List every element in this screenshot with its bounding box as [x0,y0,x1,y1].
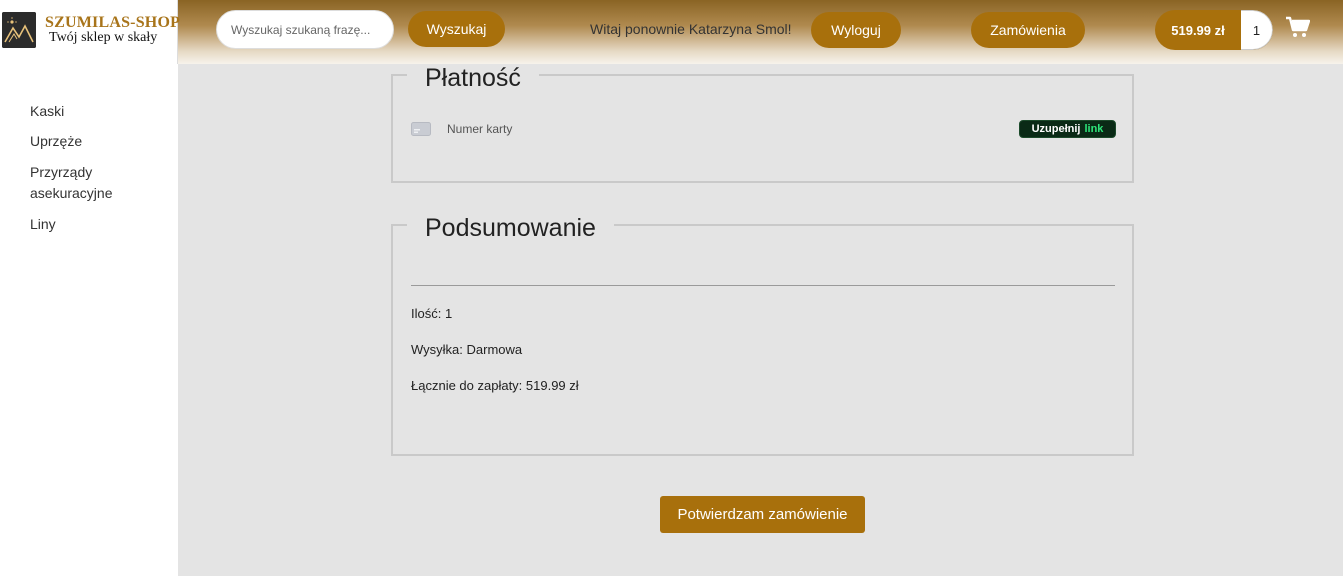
search-input[interactable] [216,10,394,49]
credit-card-icon [411,122,431,136]
summary-divider [411,285,1115,286]
logo-subtitle: Twój sklep w skały [49,30,158,45]
logout-button[interactable]: Wyloguj [811,12,901,48]
sidebar-item-kaski[interactable]: Kaski [30,101,64,122]
link-autofill-label: Uzupełnij [1031,123,1081,135]
summary-legend: Podsumowanie [407,214,614,242]
welcome-message: Witaj ponownie Katarzyna Smol! [590,21,792,37]
confirm-order-button[interactable]: Potwierdzam zamówienie [660,496,865,533]
link-autofill-button[interactable]: Uzupełnij link [1019,120,1116,138]
category-sidebar: Kaski Uprzęże Przyrządy asekuracyjne Lin… [0,64,178,576]
payment-legend: Płatność [407,64,539,92]
summary-quantity: Ilość: 1 [411,306,453,321]
link-brand-label: link [1084,123,1104,135]
top-header: SZUMILAS-SHOP Twój sklep w skały Wyszuka… [0,0,1343,64]
search-button[interactable]: Wyszukaj [408,11,505,47]
cart-total: 519.99 zł [1171,22,1225,38]
sidebar-item-przyrzady[interactable]: Przyrządy asekuracyjne [30,162,140,204]
shopping-cart-icon[interactable] [1286,16,1310,38]
summary-section: Podsumowanie Ilość: 1 Wysyłka: Darmowa Ł… [391,214,1134,456]
card-number-field[interactable]: Numer karty [447,122,512,136]
summary-total: Łącznie do zapłaty: 519.99 zł [411,378,579,393]
cart-summary[interactable]: 519.99 zł 1 [1155,10,1273,50]
summary-shipping: Wysyłka: Darmowa [411,342,523,357]
mountains-logo-icon [2,12,36,48]
logo[interactable]: SZUMILAS-SHOP Twój sklep w skały [0,0,180,64]
orders-button[interactable]: Zamówienia [971,12,1085,48]
sidebar-item-uprzeze[interactable]: Uprzęże [30,131,82,152]
payment-section: Płatność Numer karty Uzupełnij link [391,64,1134,183]
sidebar-item-liny[interactable]: Liny [30,214,56,235]
cart-count-badge: 1 [1241,10,1273,50]
